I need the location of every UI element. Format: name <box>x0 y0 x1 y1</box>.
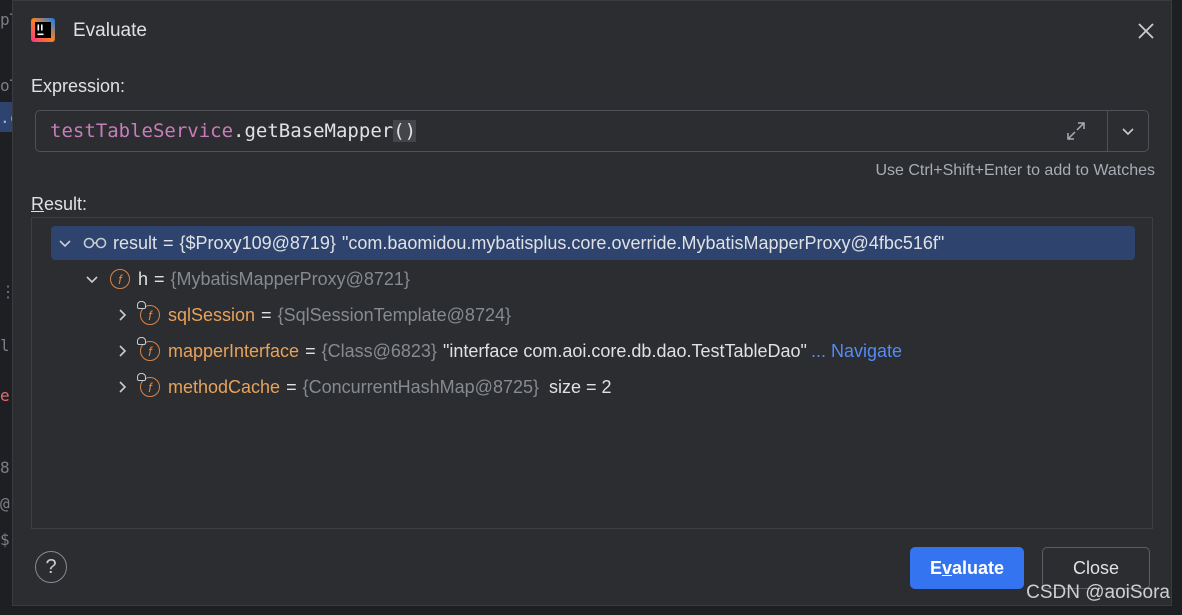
bg-fragment: 8 <box>0 458 10 477</box>
node-name: result <box>113 232 158 253</box>
expand-editor-button[interactable] <box>1056 111 1096 151</box>
bg-fragment: e <box>0 386 10 405</box>
csdn-watermark: CSDN @aoiSora <box>1026 582 1170 603</box>
node-name: mapperInterface <box>168 340 300 361</box>
chevron-down-icon[interactable] <box>57 235 73 251</box>
navigate-link[interactable]: ... Navigate <box>811 341 902 362</box>
intellij-app-icon <box>31 18 55 42</box>
watches-hint: Use Ctrl+Shift+Enter to add to Watches <box>875 162 1155 179</box>
bg-fragment: oT <box>0 76 12 95</box>
tree-row-sqlsession[interactable]: f sqlSession = {SqlSessionTemplate@8724} <box>114 298 511 332</box>
bg-fragment: .c <box>0 108 12 127</box>
node-type: {SqlSessionTemplate@8724} <box>277 304 511 325</box>
field-icon: f <box>110 269 130 289</box>
private-field-icon: f <box>137 301 160 325</box>
result-tree[interactable]: result = {$Proxy109@8719} "com.baomidou.… <box>31 217 1153 529</box>
background-editor-strip: pT oT .c ⋮ l e 8 @ $ <box>0 0 12 615</box>
node-eq: = <box>163 232 174 253</box>
private-field-icon: f <box>137 337 160 361</box>
help-button[interactable]: ? <box>35 551 67 583</box>
dialog-titlebar: Evaluate <box>13 1 1171 59</box>
chevron-right-icon[interactable] <box>114 343 130 359</box>
chevron-down-icon <box>1122 128 1134 136</box>
result-label: Result: <box>31 194 88 214</box>
tree-row-result[interactable]: result = {$Proxy109@8719} "com.baomidou.… <box>51 226 1135 260</box>
history-dropdown-button[interactable] <box>1108 111 1148 151</box>
chevron-down-icon[interactable] <box>84 271 100 287</box>
bg-fragment: l <box>0 336 10 355</box>
expression-input[interactable]: testTableService.getBaseMapper() <box>35 110 1149 152</box>
chevron-right-icon[interactable] <box>114 379 130 395</box>
expression-text[interactable]: testTableService.getBaseMapper() <box>50 120 417 142</box>
expression-parens: () <box>393 120 417 142</box>
node-type: {ConcurrentHashMap@8725} <box>302 376 540 397</box>
chevron-right-icon[interactable] <box>114 307 130 323</box>
evaluate-button[interactable]: Ev aluate <box>910 547 1024 589</box>
expression-variable: testTableService <box>50 120 234 142</box>
node-name: sqlSession <box>168 304 256 325</box>
node-type: {$Proxy109@8719} <box>179 232 336 253</box>
tree-row-methodcache[interactable]: f methodCache = {ConcurrentHashMap@8725}… <box>114 370 612 404</box>
tree-row-mapperinterface[interactable]: f mapperInterface = {Class@6823} "interf… <box>114 334 902 368</box>
bg-fragment: $ <box>0 530 10 549</box>
expand-icon <box>1067 122 1085 140</box>
node-value: "interface com.aoi.core.db.dao.TestTable… <box>442 340 807 361</box>
node-eq: = <box>154 268 165 289</box>
bg-fragment: @ <box>0 494 10 513</box>
bg-fragment: pT <box>0 10 12 29</box>
node-name: h <box>138 268 149 289</box>
tree-row-h[interactable]: f h = {MybatisMapperProxy@8721} <box>84 262 410 296</box>
evaluate-dialog: Evaluate Expression: testTableService.ge… <box>12 0 1172 606</box>
node-eq: = <box>305 340 316 361</box>
bg-fragment: ⋮ <box>0 282 12 301</box>
expression-dot: . <box>233 120 245 142</box>
close-icon[interactable] <box>1135 20 1157 42</box>
node-name: methodCache <box>168 376 281 397</box>
node-type: {MybatisMapperProxy@8721} <box>170 268 410 289</box>
node-eq: = <box>261 304 272 325</box>
private-field-icon: f <box>137 373 160 397</box>
dialog-title: Evaluate <box>73 20 147 41</box>
expression-label: Expression: <box>31 76 126 96</box>
node-type: {Class@6823} <box>321 340 437 361</box>
node-eq: = <box>286 376 297 397</box>
expression-method: getBaseMapper <box>244 120 394 142</box>
watch-glasses-icon <box>83 237 107 249</box>
node-value: size = 2 <box>549 376 612 397</box>
node-value: "com.baomidou.mybatisplus.core.override.… <box>341 232 945 253</box>
